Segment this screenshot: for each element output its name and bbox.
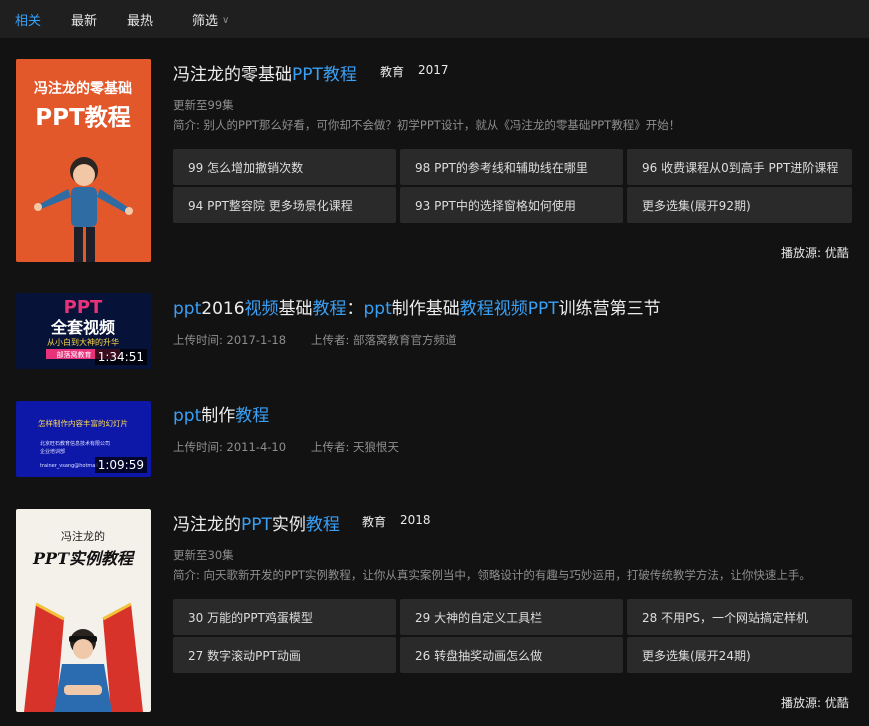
thumb-text-line4: 部落窝教育 (57, 350, 92, 359)
title-highlight: ppt (173, 406, 202, 426)
episode-button[interactable]: 98 PPT的参考线和辅助线在哪里 (400, 149, 623, 185)
episode-button[interactable]: 30 万能的PPT鸡蛋模型 (173, 599, 396, 635)
filter-dropdown[interactable]: 筛选 ∨ (192, 10, 229, 29)
category-tag: 教育 (380, 65, 405, 79)
thumb-text-line4: trainer_vsang@hotmail (40, 463, 98, 469)
title-part: 训练营第三节 (558, 299, 661, 319)
episode-button[interactable]: 94 PPT整容院 更多场景化课程 (173, 187, 396, 223)
title-part: 制作 (201, 406, 236, 426)
title-highlight: 教程 (312, 299, 347, 319)
episode-button[interactable]: 27 数字滚动PPT动画 (173, 637, 396, 673)
tab-latest[interactable]: 最新 (71, 10, 97, 29)
title-part: 实例 (271, 515, 306, 535)
category-tag: 教育 (362, 515, 387, 529)
video-thumbnail[interactable]: 冯注龙的 PPT实例教程 (16, 509, 151, 712)
episode-button[interactable]: 28 不用PS，一个网站搞定样机 (627, 599, 852, 635)
episode-button[interactable]: 99 怎么增加撤销次数 (173, 149, 396, 185)
title-part: 冯注龙的 (173, 515, 241, 535)
title-highlight: 教程 (305, 515, 340, 535)
video-thumbnail[interactable]: 冯注龙的零基础 PPT教程 (16, 59, 151, 262)
upload-time: 上传时间: 2017-1-18 (173, 333, 287, 347)
duration-badge: 1:34:51 (94, 349, 147, 365)
play-source[interactable]: 播放源: 优酷 (781, 244, 849, 261)
thumb-text-line2: PPT实例教程 (32, 549, 136, 568)
tab-hottest[interactable]: 最热 (127, 10, 153, 29)
uploader[interactable]: 上传者: 天狼恨天 (311, 439, 399, 455)
thumb-text-line2: 北京旺石教育信息技术有限公司 (40, 440, 110, 447)
title-highlight: 教程视频PPT (459, 299, 559, 319)
description: 简介: 向天歌新开发的PPT实例教程，让你从真实案例当中，领略设计的有趣与巧妙运… (173, 568, 811, 582)
thumb-text-line3: 企业培训部 (40, 448, 65, 455)
description: 简介: 别人的PPT那么好看，可你却不会做？初学PPT设计，就从《冯注龙的零基础… (173, 118, 681, 132)
year-tag: 2018 (400, 513, 431, 527)
title-highlight: 教程 (235, 406, 270, 426)
update-status: 更新至99集 (173, 98, 234, 112)
update-status: 更新至30集 (173, 548, 234, 562)
result-title[interactable]: 冯注龙的PPT实例教程 (173, 510, 340, 535)
episode-button[interactable]: 96 收费课程从0到高手 PPT进阶课程 (627, 149, 852, 185)
episode-button[interactable]: 26 转盘抽奖动画怎么做 (400, 637, 623, 673)
thumb-text-line1: PPT (64, 297, 103, 318)
video-thumbnail[interactable]: 怎样制作内容丰富的幻灯片 北京旺石教育信息技术有限公司 企业培训部 traine… (16, 401, 151, 477)
thumbnail-art: 冯注龙的 PPT实例教程 (16, 509, 151, 712)
title-highlight: PPT (241, 515, 272, 535)
chevron-down-icon: ∨ (222, 15, 230, 26)
title-highlight: PPT教程 (292, 65, 357, 85)
result-title[interactable]: ppt2016视频基础教程：ppt制作基础教程视频PPT训练营第三节 (173, 294, 661, 319)
upload-time: 上传时间: 2011-4-10 (173, 440, 287, 454)
thumb-text-line2: 全套视频 (50, 318, 115, 337)
video-thumbnail[interactable]: PPT 全套视频 从小白到大神的升华 部落窝教育 1:34:51 (16, 293, 151, 369)
title-part: 2016 (201, 299, 245, 319)
result-title[interactable]: 冯注龙的零基础PPT教程 (173, 60, 357, 85)
thumbnail-art: 冯注龙的零基础 PPT教程 (16, 59, 151, 262)
duration-badge: 1:09:59 (94, 457, 147, 473)
year-tag: 2017 (418, 63, 449, 77)
thumb-text-line2: PPT教程 (35, 104, 130, 131)
tab-relevant[interactable]: 相关 (15, 10, 41, 29)
title-part: ： (346, 299, 364, 319)
episode-button[interactable]: 93 PPT中的选择窗格如何使用 (400, 187, 623, 223)
title-part: 基础 (278, 299, 313, 319)
title-part: 冯注龙的零基础 (173, 65, 292, 85)
thumb-text-line1: 冯注龙的 (61, 529, 105, 543)
filter-bar: 相关 最新 最热 筛选 ∨ (0, 0, 869, 38)
play-source[interactable]: 播放源: 优酷 (781, 694, 849, 711)
uploader[interactable]: 上传者: 部落窝教育官方频道 (311, 332, 457, 348)
result-title[interactable]: ppt制作教程 (173, 401, 269, 426)
more-episodes-button[interactable]: 更多选集(展开92期) (627, 187, 852, 223)
title-highlight: ppt (363, 299, 392, 319)
title-highlight: ppt (173, 299, 202, 319)
episode-button[interactable]: 29 大神的自定义工具栏 (400, 599, 623, 635)
more-episodes-button[interactable]: 更多选集(展开24期) (627, 637, 852, 673)
thumb-text-line3: 从小白到大神的升华 (47, 337, 119, 347)
thumb-text-line1: 冯注龙的零基础 (34, 80, 132, 97)
title-part: 制作基础 (391, 299, 460, 319)
title-highlight: 视频 (244, 299, 279, 319)
filter-label: 筛选 (192, 14, 219, 29)
thumb-text-line1: 怎样制作内容丰富的幻灯片 (38, 418, 128, 428)
